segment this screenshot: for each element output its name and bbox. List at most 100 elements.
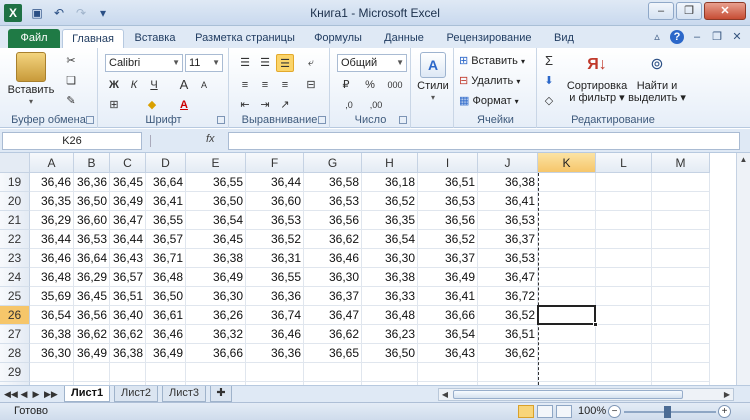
table-cell[interactable]: 36,50 <box>186 192 246 211</box>
page-break-view-icon[interactable] <box>556 405 572 418</box>
page-layout-view-icon[interactable] <box>537 405 553 418</box>
table-cell[interactable]: 36,30 <box>304 268 362 287</box>
row-header[interactable]: 21 <box>0 211 30 230</box>
table-cell[interactable] <box>652 363 710 382</box>
table-cell[interactable] <box>362 363 418 382</box>
align-middle-icon[interactable]: ☰ <box>256 54 274 72</box>
table-cell[interactable] <box>652 230 710 249</box>
column-header-h[interactable]: H <box>362 153 418 173</box>
table-cell[interactable]: 36,44 <box>246 173 304 192</box>
table-cell[interactable]: 36,53 <box>304 192 362 211</box>
table-cell[interactable]: 36,64 <box>74 249 110 268</box>
table-cell[interactable]: 36,46 <box>246 325 304 344</box>
table-cell[interactable]: 36,60 <box>74 211 110 230</box>
scroll-up-icon[interactable]: ▲ <box>737 153 750 167</box>
table-cell[interactable]: 36,38 <box>30 325 74 344</box>
format-painter-icon[interactable]: ✎ <box>62 92 80 110</box>
table-cell[interactable]: 36,36 <box>74 173 110 192</box>
table-cell[interactable]: 36,64 <box>146 173 186 192</box>
table-cell[interactable]: 36,57 <box>110 268 146 287</box>
table-cell[interactable]: 36,62 <box>74 325 110 344</box>
table-cell[interactable]: 36,29 <box>30 211 74 230</box>
table-cell[interactable]: 36,66 <box>186 344 246 363</box>
table-cell[interactable] <box>538 173 596 192</box>
font-color-icon[interactable]: A <box>175 96 193 114</box>
scroll-left-icon[interactable]: ◀ <box>439 389 451 400</box>
table-cell[interactable]: 36,61 <box>146 306 186 325</box>
row-header[interactable]: 27 <box>0 325 30 344</box>
column-header-i[interactable]: I <box>418 153 478 173</box>
copy-icon[interactable]: ❏ <box>62 72 80 90</box>
doc-close-icon[interactable]: ✕ <box>730 30 744 44</box>
table-cell[interactable]: 36,37 <box>304 287 362 306</box>
table-cell[interactable]: 36,41 <box>146 192 186 211</box>
table-cell[interactable]: 36,50 <box>146 287 186 306</box>
table-cell[interactable]: 36,43 <box>110 249 146 268</box>
table-cell[interactable] <box>652 173 710 192</box>
table-cell[interactable] <box>538 230 596 249</box>
sheet-tab-2[interactable]: Лист2 <box>114 386 159 402</box>
table-cell[interactable] <box>596 344 652 363</box>
first-sheet-icon[interactable]: ◀◀ <box>4 388 18 401</box>
table-cell[interactable]: 36,51 <box>418 173 478 192</box>
clipboard-launcher-icon[interactable] <box>86 116 94 124</box>
table-cell[interactable]: 36,65 <box>304 344 362 363</box>
formula-input[interactable] <box>228 132 740 150</box>
table-cell[interactable]: 36,58 <box>304 173 362 192</box>
name-box[interactable]: K26 <box>2 132 142 150</box>
table-cell[interactable]: 36,31 <box>246 249 304 268</box>
align-bottom-icon[interactable]: ☰ <box>276 54 294 72</box>
minimize-button[interactable]: – <box>648 2 674 20</box>
table-cell[interactable]: 36,37 <box>418 249 478 268</box>
sheet-tab-1[interactable]: Лист1 <box>64 386 111 402</box>
table-cell[interactable]: 36,47 <box>304 306 362 325</box>
table-cell[interactable]: 36,33 <box>362 287 418 306</box>
row-header[interactable]: 29 <box>0 363 30 382</box>
table-cell[interactable]: 36,29 <box>74 268 110 287</box>
table-cell[interactable]: 35,69 <box>30 287 74 306</box>
vertical-scrollbar[interactable]: ▲ <box>736 153 750 385</box>
table-cell[interactable] <box>596 173 652 192</box>
table-cell[interactable]: 36,60 <box>246 192 304 211</box>
align-right-icon[interactable]: ≡ <box>276 76 294 94</box>
table-cell[interactable]: 36,49 <box>74 344 110 363</box>
table-cell[interactable]: 36,48 <box>146 268 186 287</box>
table-cell[interactable]: 36,54 <box>30 306 74 325</box>
styles-button[interactable]: A Стили ▾ <box>414 52 452 104</box>
table-cell[interactable]: 36,49 <box>110 192 146 211</box>
select-all-corner[interactable] <box>0 153 30 173</box>
table-cell[interactable]: 36,55 <box>146 211 186 230</box>
table-cell[interactable]: 36,36 <box>246 344 304 363</box>
table-cell[interactable] <box>478 363 538 382</box>
shrink-font-button[interactable]: A <box>195 76 213 94</box>
horizontal-scroll-thumb[interactable] <box>453 390 683 399</box>
table-cell[interactable]: 36,30 <box>186 287 246 306</box>
table-cell[interactable]: 36,46 <box>304 249 362 268</box>
table-cell[interactable] <box>596 325 652 344</box>
underline-button[interactable]: Ч <box>145 76 163 94</box>
table-cell[interactable] <box>186 363 246 382</box>
table-cell[interactable]: 36,30 <box>362 249 418 268</box>
table-cell[interactable]: 36,45 <box>186 230 246 249</box>
table-cell[interactable]: 36,51 <box>110 287 146 306</box>
decrease-decimal-button[interactable]: ,00 <box>363 96 389 114</box>
clear-icon[interactable]: ◇ <box>540 92 558 110</box>
table-cell[interactable] <box>596 268 652 287</box>
table-cell[interactable] <box>146 363 186 382</box>
table-cell[interactable] <box>304 363 362 382</box>
sheet-tab-3[interactable]: Лист3 <box>162 386 207 402</box>
row-header[interactable]: 23 <box>0 249 30 268</box>
zoom-in-button[interactable]: + <box>718 405 731 418</box>
number-format-select[interactable]: Общий ▼ <box>337 54 407 72</box>
table-cell[interactable]: 36,46 <box>146 325 186 344</box>
table-cell[interactable]: 36,56 <box>74 306 110 325</box>
tab-file[interactable]: Файл <box>8 29 60 48</box>
fill-icon[interactable]: ⬇ <box>540 72 558 90</box>
alignment-launcher-icon[interactable] <box>318 116 326 124</box>
table-cell[interactable]: 36,56 <box>418 211 478 230</box>
table-cell[interactable] <box>538 211 596 230</box>
wrap-text-icon[interactable]: ⤶ <box>302 54 320 72</box>
normal-view-icon[interactable] <box>518 405 534 418</box>
zoom-slider-knob[interactable] <box>664 406 671 418</box>
percent-button[interactable]: % <box>361 76 379 94</box>
